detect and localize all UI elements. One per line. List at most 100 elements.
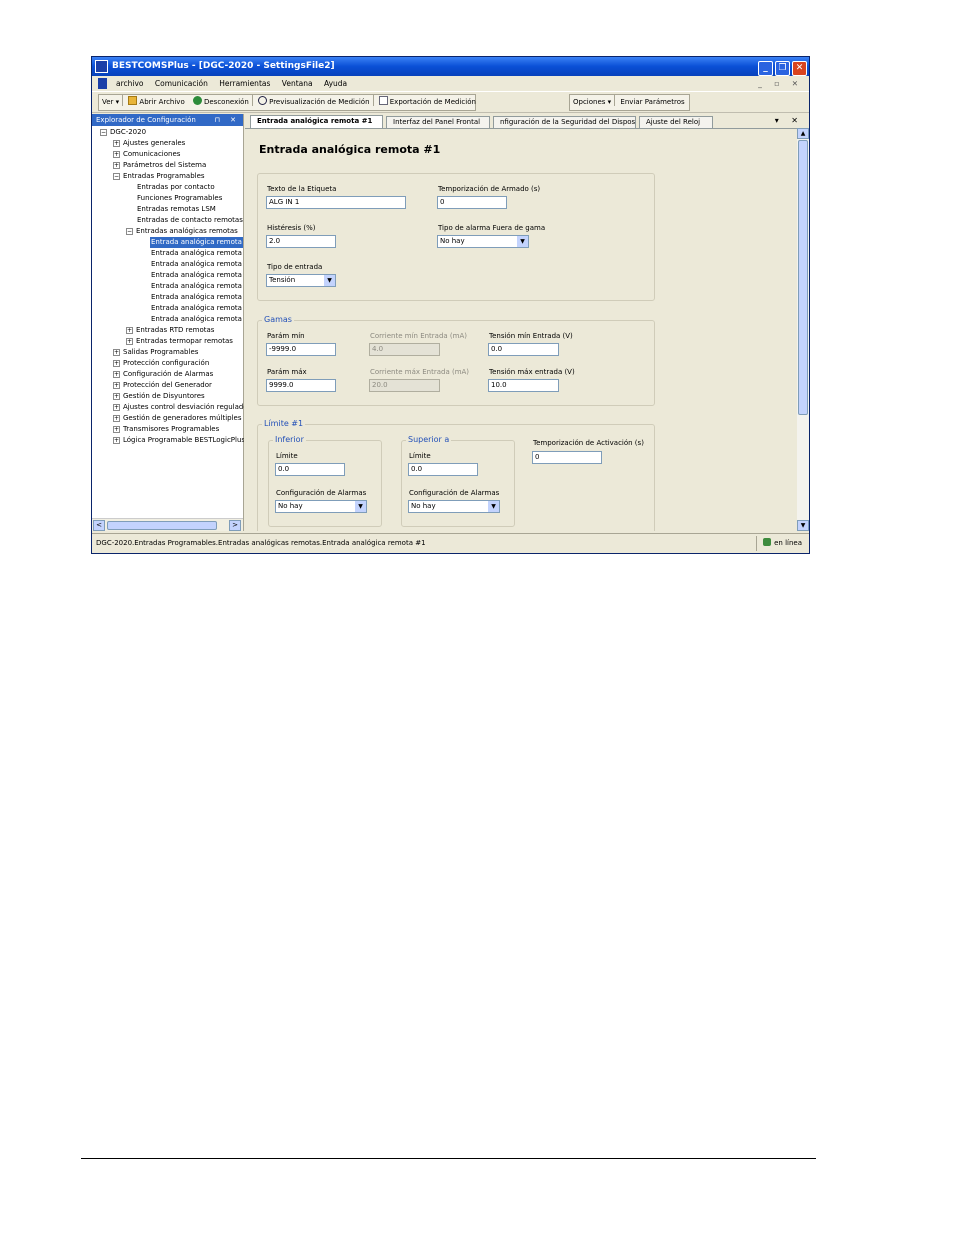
restore-button[interactable]: ❐ [775,61,790,76]
oor-alarm-label: Tipo de alarma Fuera de gama [438,224,546,232]
expand-icon[interactable]: + [113,393,120,400]
expand-icon[interactable]: + [113,404,120,411]
expand-icon[interactable]: + [113,371,120,378]
minimize-button[interactable]: _ [758,61,773,76]
menu-herramientas[interactable]: Herramientas [219,79,270,88]
expand-icon[interactable]: + [113,415,120,422]
tree-node[interactable]: + Salidas Programables [113,347,198,358]
tree-node[interactable]: + Parámetros del Sistema [113,160,206,171]
expand-icon[interactable]: + [113,162,120,169]
tree-node[interactable]: + Entradas termopar remotas [126,336,233,347]
chevron-down-icon[interactable]: ▼ [324,275,335,286]
collapse-icon[interactable]: − [113,173,120,180]
upper-alarm-select[interactable]: No hay ▼ [408,500,500,513]
send-settings-button[interactable]: Enviar Parámetros [617,95,687,110]
tree-node-selected[interactable]: Entrada analógica remota [150,237,243,248]
options-button[interactable]: Opciones ▾ [570,95,614,110]
preview-button[interactable]: Previsualización de Medición [255,95,372,110]
chevron-down-icon[interactable]: ▼ [488,501,499,512]
tab-clock-setup[interactable]: Ajuste del Reloj [639,116,713,128]
oor-alarm-select[interactable]: No hay ▼ [437,235,529,248]
scroll-down-icon[interactable]: ▼ [797,520,809,531]
expand-icon[interactable]: + [113,426,120,433]
tree-node[interactable]: Entradas de contacto remotas [137,215,243,226]
expand-icon[interactable]: + [126,327,133,334]
tree-node[interactable]: + Lógica Programable BESTLogicPlus [113,435,244,446]
tree-node[interactable]: Entrada analógica remota [151,292,242,303]
toolbar-main: Ver ▾ Abrir Archivo Desconexión Previsua… [98,94,476,111]
tree-node[interactable]: Entrada analógica remota [151,314,242,325]
lower-limit-input[interactable]: 0.0 [275,463,345,476]
menu-archivo[interactable]: archivo [116,79,144,88]
expand-icon[interactable]: + [113,437,120,444]
scroll-left-icon[interactable]: < [93,520,105,531]
tree-node[interactable]: + Transmisores Programables [113,424,219,435]
tree-node[interactable]: + Ajustes generales [113,138,185,149]
tree-node[interactable]: + Gestión de Disyuntores [113,391,205,402]
collapse-icon[interactable]: − [100,129,107,136]
expand-icon[interactable]: + [113,151,120,158]
expand-icon[interactable]: + [113,360,120,367]
tree-node[interactable]: Funciones Programables [137,193,222,204]
footer-rule [81,1158,816,1159]
general-group: Texto de la Etiqueta ALG IN 1 Temporizac… [257,173,655,301]
tree-node[interactable]: Entradas por contacto [137,182,215,193]
input-type-select[interactable]: Tensión ▼ [266,274,336,287]
expand-icon[interactable]: + [113,140,120,147]
explorer-hscrollbar[interactable]: < > [92,518,243,531]
upper-limit-input[interactable]: 0.0 [408,463,478,476]
menu-ayuda[interactable]: Ayuda [324,79,347,88]
open-file-button[interactable]: Abrir Archivo [125,95,187,110]
tab-remote-analog-input-1[interactable]: Entrada analógica remota #1 [250,115,383,128]
voltage-min-input[interactable]: 0.0 [488,343,559,356]
collapse-icon[interactable]: − [126,228,133,235]
scroll-thumb[interactable] [107,521,217,530]
chevron-down-icon[interactable]: ▼ [517,236,528,247]
scroll-thumb[interactable] [798,140,808,415]
view-button[interactable]: Ver ▾ [99,95,122,110]
expand-icon[interactable]: + [113,349,120,356]
tree-node[interactable]: Entradas remotas LSM [137,204,216,215]
menu-ventana[interactable]: Ventana [282,79,313,88]
expand-icon[interactable]: + [113,382,120,389]
chevron-down-icon[interactable]: ▼ [355,501,366,512]
tab-controls[interactable]: ▾ ✕ [775,116,803,125]
export-button[interactable]: Exportación de Medición [376,95,479,110]
tree-node[interactable]: Entrada analógica remota [151,281,242,292]
tab-device-security[interactable]: nfiguración de la Seguridad del Disposit… [493,116,636,128]
label-text-input[interactable]: ALG IN 1 [266,196,406,209]
expand-icon[interactable]: + [126,338,133,345]
param-min-input[interactable]: -9999.0 [266,343,336,356]
tree-node[interactable]: + Entradas RTD remotas [126,325,214,336]
tree-node[interactable]: Entrada analógica remota [151,248,242,259]
tree-node[interactable]: − Entradas Programables [113,171,205,182]
tree-node[interactable]: Entrada analógica remota [151,303,242,314]
tree-node[interactable]: + Ajustes control desviación regulado [113,402,244,413]
close-button[interactable]: ✕ [792,61,807,76]
tree-node[interactable]: Entrada analógica remota [151,270,242,281]
activation-delay-input[interactable]: 0 [532,451,602,464]
param-max-input[interactable]: 9999.0 [266,379,336,392]
tree-node[interactable]: − Entradas analógicas remotas [126,226,238,237]
title-bar[interactable]: BESTCOMSPlus - [DGC-2020 - SettingsFile2… [92,57,809,76]
lower-alarm-select[interactable]: No hay ▼ [275,500,367,513]
tree-node[interactable]: − DGC-2020 [100,127,146,138]
pin-close-icon[interactable]: ⊓ ✕ [214,114,240,126]
hysteresis-input[interactable]: 2.0 [266,235,336,248]
menu-comunicacion[interactable]: Comunicación [155,79,208,88]
tree-node[interactable]: + Configuración de Alarmas [113,369,213,380]
scroll-right-icon[interactable]: > [229,520,241,531]
current-min-label: Corriente mín Entrada (mA) [370,332,467,340]
mdi-controls[interactable]: _ ▫ ✕ [758,76,803,91]
tab-front-panel[interactable]: Interfaz del Panel Frontal [386,116,490,128]
arm-delay-input[interactable]: 0 [437,196,507,209]
voltage-max-input[interactable]: 10.0 [488,379,559,392]
tree-node[interactable]: + Comunicaciones [113,149,180,160]
tree-node[interactable]: + Protección del Generador [113,380,212,391]
tree-node[interactable]: + Protección configuración [113,358,209,369]
tree-node[interactable]: Entrada analógica remota [151,259,242,270]
tree-node[interactable]: + Gestión de generadores múltiples [113,413,242,424]
disconnect-button[interactable]: Desconexión [190,95,252,110]
scroll-up-icon[interactable]: ▲ [797,128,809,139]
content-vscrollbar[interactable]: ▲ ▼ [797,128,809,531]
